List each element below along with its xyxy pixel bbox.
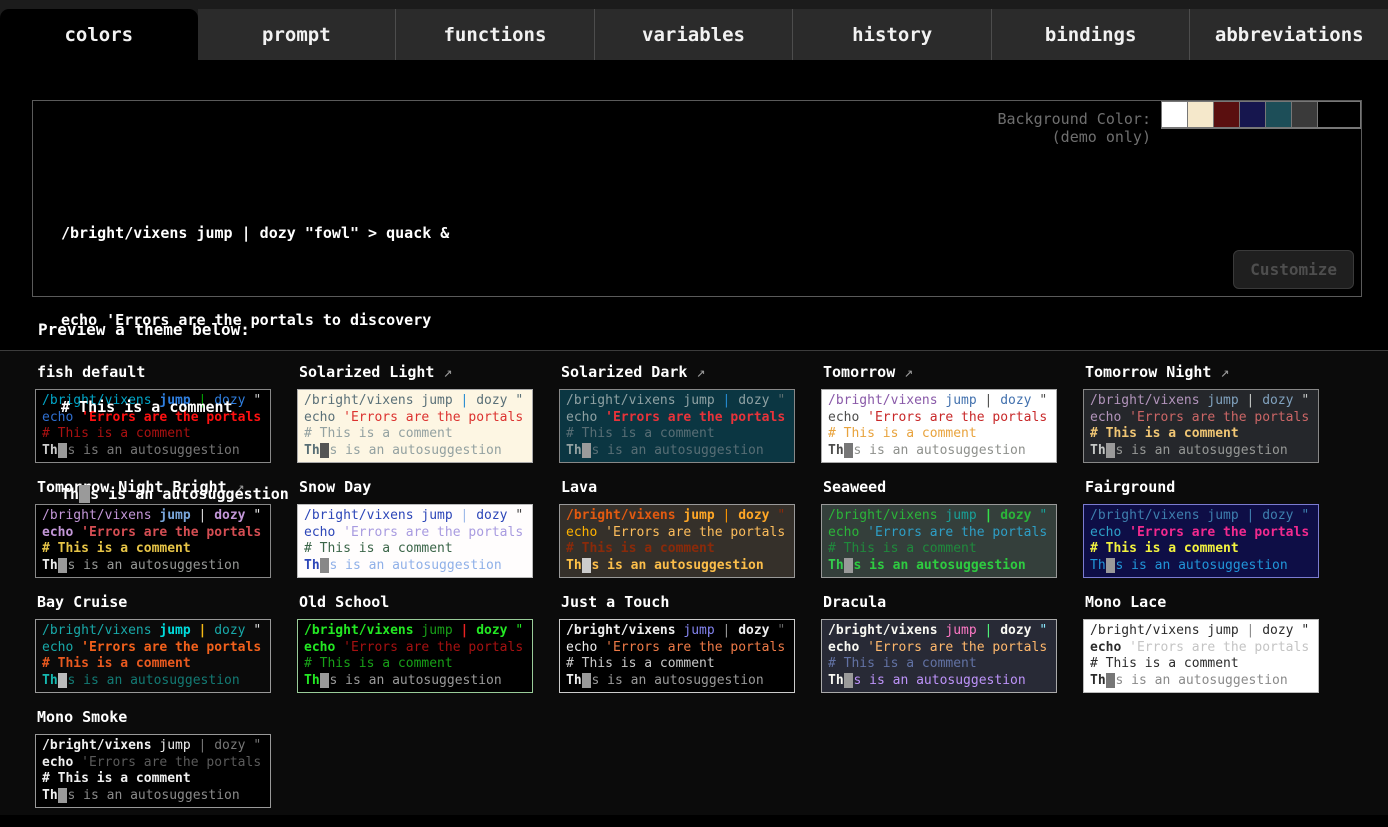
bg-swatch-1d4e58[interactable] bbox=[1265, 101, 1291, 128]
terminal-line-comment: # This is a comment bbox=[61, 393, 1361, 422]
theme-card[interactable]: /bright/vixens jump | dozy "echo 'Errors… bbox=[35, 734, 271, 808]
bg-swatch-16164e[interactable] bbox=[1239, 101, 1265, 128]
bg-swatch-3a3a3a[interactable] bbox=[1291, 101, 1317, 128]
background-color-label: Background Color: (demo only) bbox=[997, 110, 1151, 146]
theme-card-cursor: i bbox=[58, 673, 68, 688]
theme-card-cursor: i bbox=[1106, 673, 1116, 688]
theme-old-school: Old School/bright/vixens jump | dozy "ec… bbox=[297, 591, 533, 693]
theme-title: Dracula bbox=[823, 593, 1057, 614]
bg-swatch-ffffff[interactable] bbox=[1161, 101, 1187, 128]
terminal-line-command: /bright/vixens jump | dozy "fowl" > quac… bbox=[61, 219, 1361, 248]
theme-card[interactable]: /bright/vixens jump | dozy "echo 'Errors… bbox=[559, 619, 795, 693]
theme-bay-cruise: Bay Cruise/bright/vixens jump | dozy "ec… bbox=[35, 591, 271, 693]
theme-card-cursor: i bbox=[844, 673, 854, 688]
color-preview-terminal: Background Color: (demo only) /bright/vi… bbox=[32, 100, 1362, 297]
tab-history[interactable]: history bbox=[792, 9, 991, 60]
tab-prompt[interactable]: prompt bbox=[198, 9, 396, 60]
theme-card[interactable]: /bright/vixens jump | dozy "echo 'Errors… bbox=[35, 619, 271, 693]
theme-title: Mono Smoke bbox=[37, 708, 271, 729]
customize-button[interactable]: Customize bbox=[1233, 250, 1354, 289]
theme-just-a-touch: Just a Touch/bright/vixens jump | dozy "… bbox=[559, 591, 795, 693]
tab-colors[interactable]: colors bbox=[0, 9, 198, 60]
background-color-picker: Background Color: (demo only) bbox=[997, 101, 1361, 146]
theme-title: Mono Lace bbox=[1085, 593, 1319, 614]
theme-card[interactable]: /bright/vixens jump | dozy "echo 'Errors… bbox=[821, 619, 1057, 693]
theme-card[interactable]: /bright/vixens jump | dozy "echo 'Errors… bbox=[297, 619, 533, 693]
background-color-swatches bbox=[1161, 101, 1361, 129]
theme-title: Old School bbox=[299, 593, 533, 614]
theme-card-cursor: i bbox=[582, 673, 592, 688]
theme-card-cursor: i bbox=[58, 788, 68, 803]
bg-swatch-000000[interactable] bbox=[1317, 101, 1361, 128]
theme-title: Just a Touch bbox=[561, 593, 795, 614]
theme-mono-lace: Mono Lace/bright/vixens jump | dozy "ech… bbox=[1083, 591, 1319, 693]
terminal-cursor: i bbox=[79, 485, 90, 503]
theme-card-cursor: i bbox=[320, 673, 330, 688]
theme-dracula: Dracula/bright/vixens jump | dozy "echo … bbox=[821, 591, 1057, 693]
tab-variables[interactable]: variables bbox=[594, 9, 793, 60]
bg-swatch-f5e8cb[interactable] bbox=[1187, 101, 1213, 128]
tab-bar: colorspromptfunctionsvariableshistorybin… bbox=[0, 0, 1388, 60]
theme-mono-smoke: Mono Smoke/bright/vixens jump | dozy "ec… bbox=[35, 706, 271, 808]
theme-title: Bay Cruise bbox=[37, 593, 271, 614]
terminal-sample-text: /bright/vixens jump | dozy "fowl" > quac… bbox=[33, 101, 1361, 567]
terminal-line-quote: echo 'Errors are the portals to discover… bbox=[61, 306, 1361, 335]
tab-bindings[interactable]: bindings bbox=[991, 9, 1190, 60]
terminal-line-autosuggestion: This is an autosuggestion bbox=[61, 480, 1361, 509]
tab-functions[interactable]: functions bbox=[395, 9, 594, 60]
bg-swatch-5a0f0f[interactable] bbox=[1213, 101, 1239, 128]
theme-card[interactable]: /bright/vixens jump | dozy "echo 'Errors… bbox=[1083, 619, 1319, 693]
tab-abbreviations[interactable]: abbreviations bbox=[1189, 9, 1388, 60]
